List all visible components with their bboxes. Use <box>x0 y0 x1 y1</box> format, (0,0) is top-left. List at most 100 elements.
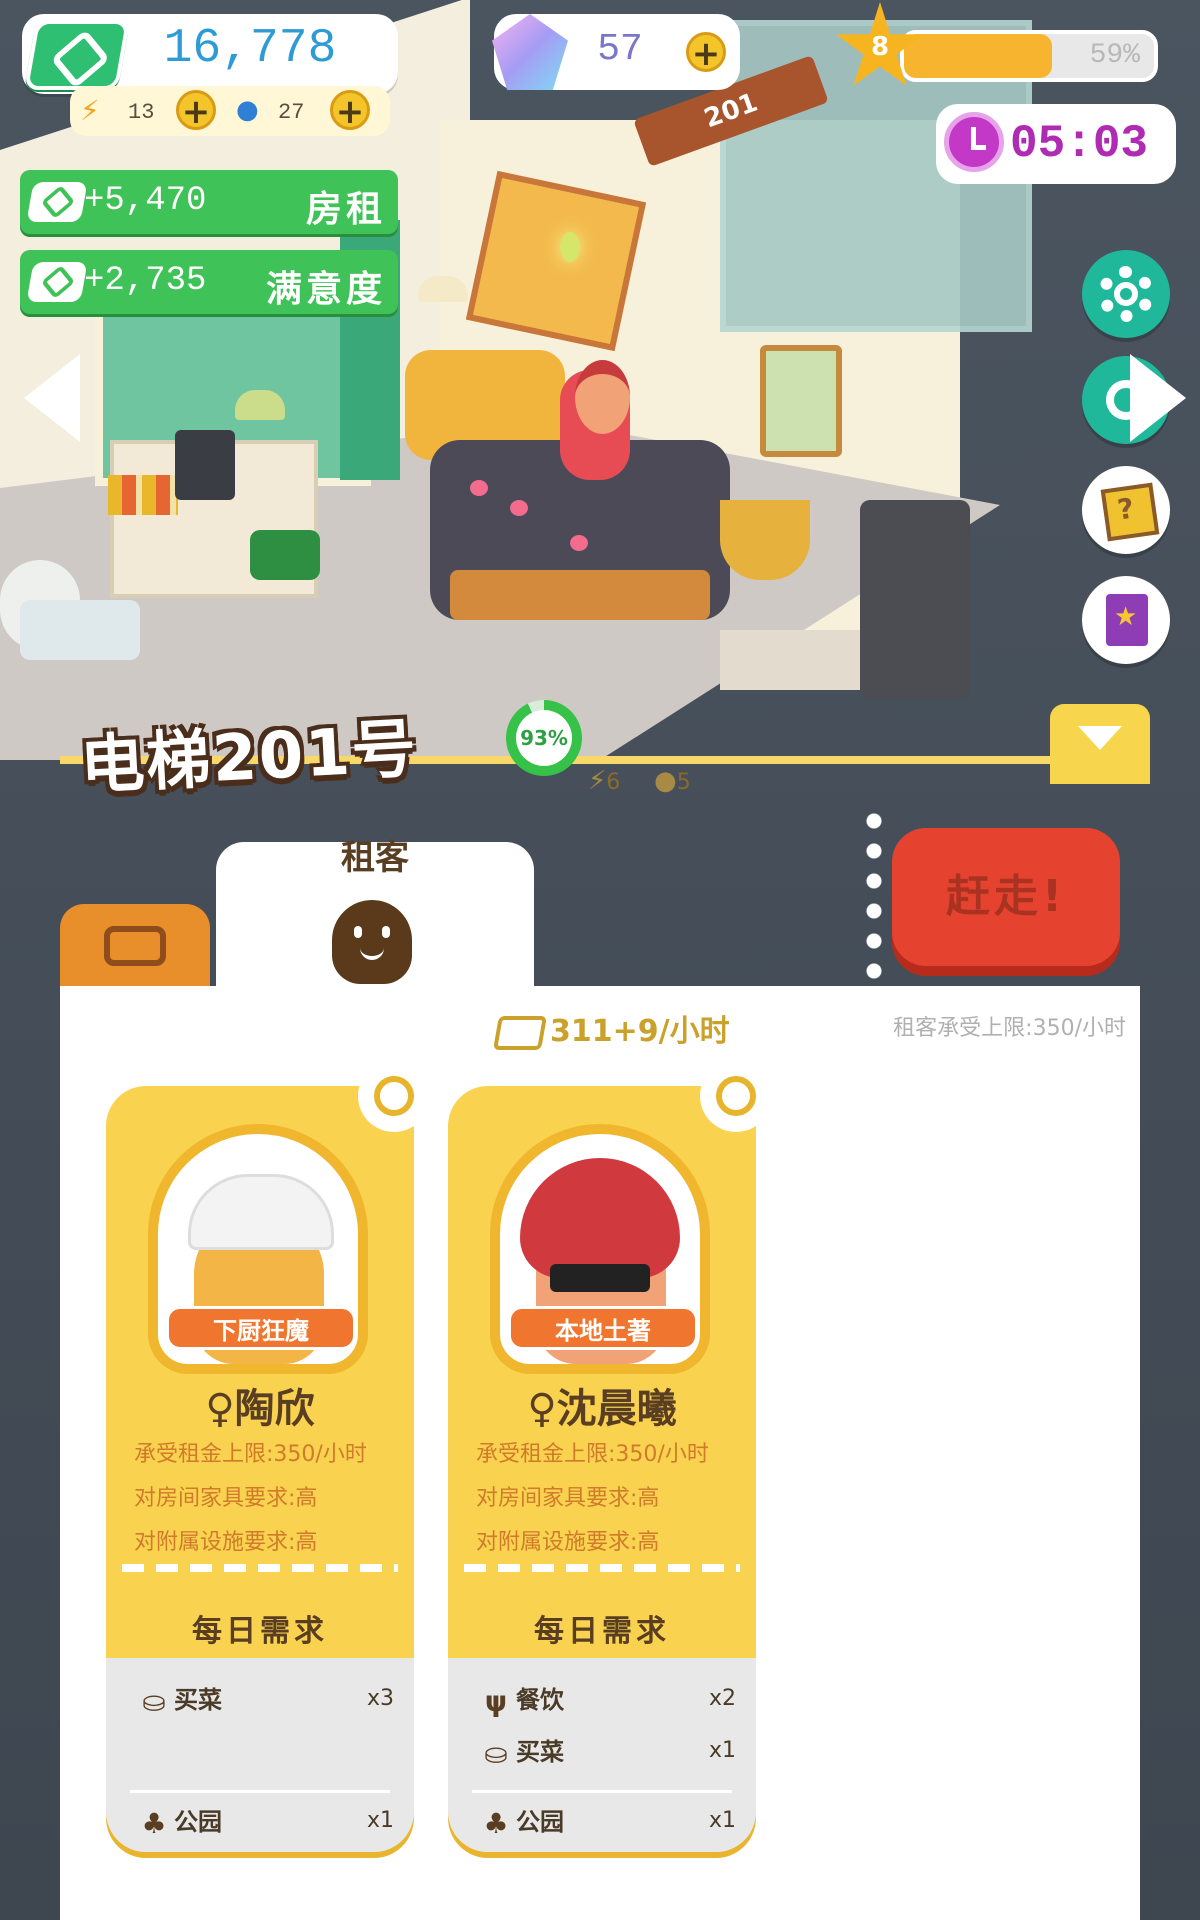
radiator <box>860 500 970 700</box>
need-count: x1 <box>708 1738 736 1763</box>
female-icon: ♀ <box>527 1386 557 1432</box>
female-icon: ♀ <box>205 1386 235 1432</box>
locate-tenant-button[interactable] <box>700 1060 772 1132</box>
divider <box>464 1564 740 1572</box>
wall-mirror <box>760 345 842 457</box>
rent-limit: 租客承受上限:350/小时 <box>893 1016 1126 1041</box>
sofa-icon <box>104 926 166 966</box>
money-icon <box>493 1015 547 1050</box>
need-count: x3 <box>366 1686 394 1711</box>
books <box>108 475 178 515</box>
tenant-icon <box>332 900 412 984</box>
heart-icon <box>510 500 528 516</box>
add-water-button[interactable]: + <box>330 90 370 131</box>
red-hair <box>520 1158 680 1278</box>
water-cost: ●5 <box>654 766 691 796</box>
next-room-arrow-icon[interactable] <box>1130 354 1186 442</box>
office-chair <box>250 530 320 580</box>
tenant-name: 沈晨曦 <box>556 1386 677 1432</box>
tab-tenants-label: 租客 <box>341 838 409 878</box>
tab-furniture[interactable] <box>60 904 210 988</box>
need-count: x1 <box>366 1808 394 1833</box>
energy-value: 13 <box>128 100 155 125</box>
money-value: 16,778 <box>163 22 337 76</box>
add-energy-button[interactable]: + <box>176 90 216 131</box>
tenant-card[interactable]: 下厨狂魔 ♀陶欣 承受租金上限:350/小时 对房间家具要求:高 对附属设施要求… <box>106 1086 414 1852</box>
energy-icon: ⚡ <box>588 766 607 796</box>
water-cost-value: 5 <box>676 770 691 795</box>
need-label: 买菜 <box>516 1738 564 1766</box>
mystery-box-icon <box>1100 482 1160 542</box>
evict-button[interactable]: 赶走! <box>892 828 1120 966</box>
tenant-card[interactable]: 本地土著 ♀沈晨曦 承受租金上限:350/小时 对房间家具要求:高 对附属设施要… <box>448 1086 756 1852</box>
basket-icon: ⛀ <box>484 1736 508 1770</box>
heart-icon <box>570 535 588 551</box>
satisfaction-income-amount: +2,735 <box>84 262 207 300</box>
money-icon <box>23 20 131 90</box>
floor-lamp <box>418 276 468 302</box>
rent-rate: 311+9/小时 <box>493 1006 730 1050</box>
settings-button[interactable] <box>1082 250 1170 338</box>
divider <box>122 1564 398 1572</box>
sunglasses <box>550 1264 650 1292</box>
dining-icon: ψ <box>484 1684 508 1718</box>
ticket-perforation <box>862 806 886 986</box>
need-label: 公园 <box>516 1808 564 1836</box>
divider <box>472 1790 732 1793</box>
heart-icon <box>470 480 488 496</box>
satisfaction-income-label: 满意度 <box>265 269 386 310</box>
furniture-requirement: 对房间家具要求:高 <box>476 1486 660 1511</box>
laundry-basket <box>720 500 810 580</box>
energy-cost-value: 6 <box>606 770 621 795</box>
facility-requirement: 对附属设施要求:高 <box>134 1530 318 1555</box>
energy-cost: ⚡6 <box>588 766 620 796</box>
bed-frame <box>450 570 710 620</box>
previous-room-arrow-icon[interactable] <box>24 354 80 442</box>
tenant-name-row: ♀沈晨曦 <box>448 1376 756 1434</box>
money-icon <box>26 262 88 302</box>
satisfaction-value: 93% <box>520 726 568 750</box>
rent-income-banner[interactable]: +5,470 房租 <box>20 170 398 234</box>
add-gems-button[interactable]: + <box>686 32 726 73</box>
rent-cap: 承受租金上限:350/小时 <box>476 1442 709 1467</box>
collection-book-button[interactable] <box>1082 576 1170 664</box>
park-icon: ♣ <box>141 1806 167 1840</box>
need-count: x2 <box>708 1686 736 1711</box>
locate-tenant-button[interactable] <box>358 1060 430 1132</box>
money-icon <box>26 182 88 222</box>
rent-income-label: 房租 <box>305 189 386 230</box>
list-item: ♣ 公园 x1 <box>476 1802 736 1842</box>
park-icon: ♣ <box>483 1806 509 1840</box>
chef-hat <box>188 1174 334 1250</box>
collapse-panel-button[interactable] <box>1050 704 1150 784</box>
star-book-icon <box>1106 594 1148 646</box>
list-item: ⛀ 买菜 x1 <box>476 1732 736 1772</box>
sink <box>20 600 140 660</box>
basket-icon: ⛀ <box>142 1684 166 1718</box>
need-count: x1 <box>708 1808 736 1833</box>
tenant-tag: 本地土著 <box>508 1306 698 1350</box>
tenant-name: 陶欣 <box>234 1386 315 1432</box>
water-icon: ● <box>654 766 677 796</box>
daily-needs-title: 每日需求 <box>192 1614 328 1649</box>
daily-needs-list: ⛀ 买菜 x3 ♣ 公园 x1 <box>106 1658 414 1852</box>
furniture-requirement: 对房间家具要求:高 <box>134 1486 318 1511</box>
gem-value: 57 <box>597 28 643 71</box>
xp-percent: 59% <box>1089 40 1140 71</box>
mystery-box-button[interactable] <box>1082 466 1170 554</box>
gear-icon-core <box>1114 282 1138 306</box>
daily-needs-title: 每日需求 <box>534 1614 670 1649</box>
timer-value: 05:03 <box>1010 118 1149 170</box>
wall-light <box>560 232 580 262</box>
panel-bottom <box>60 1906 1140 1920</box>
rent-rate-value: 311+9/小时 <box>550 1014 730 1049</box>
clock-icon <box>944 112 1004 172</box>
satisfaction-income-banner[interactable]: +2,735 满意度 <box>20 250 398 314</box>
xp-bar-fill <box>904 34 1052 78</box>
tenant-character-head[interactable] <box>575 360 630 434</box>
list-item: ψ 餐饮 x2 <box>476 1680 736 1720</box>
water-value: 27 <box>278 100 305 125</box>
rent-cap: 承受租金上限:350/小时 <box>134 1442 367 1467</box>
need-label: 公园 <box>174 1808 222 1836</box>
kitchen-counter <box>720 630 860 690</box>
